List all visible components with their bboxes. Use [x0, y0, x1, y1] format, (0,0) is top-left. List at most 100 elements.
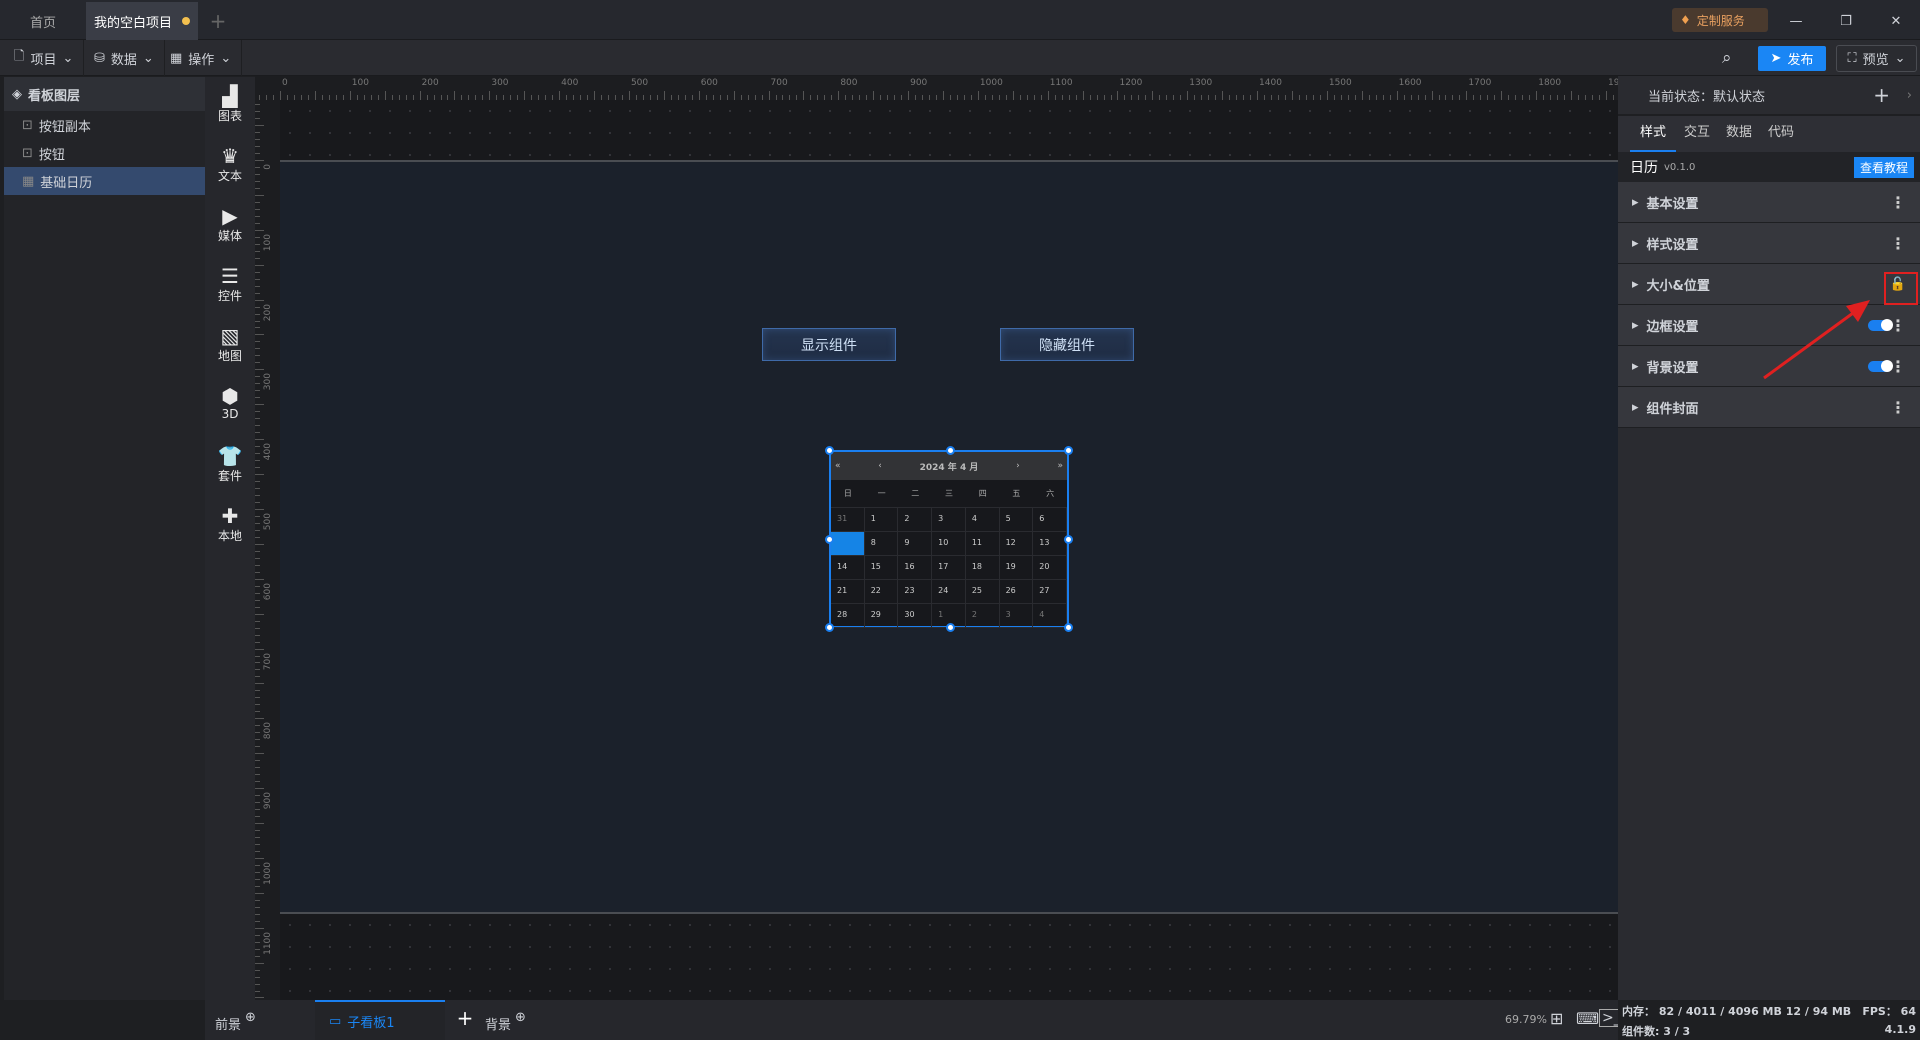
calendar-day[interactable]: 4 [1033, 604, 1067, 628]
fit-screen-icon[interactable]: ⊞ [1550, 1009, 1563, 1028]
calendar-day[interactable]: 31 [831, 508, 865, 532]
publish-button[interactable]: ➤ 发布 [1758, 46, 1826, 71]
calendar-day[interactable]: 8 [864, 532, 899, 556]
resize-handle[interactable] [946, 446, 955, 455]
section-0[interactable]: ▸ 基本设置 ⋮ [1618, 182, 1920, 223]
tab-project[interactable]: 我的空白项目 [86, 2, 198, 40]
calendar-day[interactable]: 10 [932, 532, 966, 556]
menu-ops[interactable]: ▦ 操作 ⌄ [160, 40, 243, 76]
calendar-day[interactable]: 15 [864, 556, 899, 580]
calendar-day[interactable]: 21 [831, 580, 865, 604]
calendar-day[interactable]: 11 [965, 532, 1000, 556]
calendar-day[interactable]: 27 [1033, 580, 1067, 604]
calendar-day[interactable]: 12 [999, 532, 1034, 556]
calendar-day[interactable]: 2 [898, 508, 933, 532]
calendar-day[interactable]: 3 [999, 604, 1034, 628]
section-5[interactable]: ▸ 组件封面 ⋮ [1618, 387, 1920, 428]
calendar-day[interactable]: 2 [965, 604, 1000, 628]
resize-handle[interactable] [946, 623, 955, 632]
calendar-day[interactable]: 5 [999, 508, 1034, 532]
add-circle-icon[interactable]: ⊕ [245, 1010, 256, 1033]
dashboard-board[interactable]: 显示组件 隐藏组件 «‹ 2024 年 4 月 ›» 日一二三四五六 31 1 2 3… [280, 160, 1618, 914]
layer-item-calendar[interactable]: ▦ 基础日历 [4, 167, 205, 195]
background-tab[interactable]: 背景 ⊕ [485, 1010, 526, 1033]
component-category-0[interactable]: ▟ 图表 [205, 85, 255, 124]
resize-handle[interactable] [1064, 535, 1073, 544]
property-tab-2[interactable]: 数据 [1718, 116, 1760, 152]
calendar-day[interactable]: 23 [898, 580, 933, 604]
calendar-widget[interactable]: «‹ 2024 年 4 月 ›» 日一二三四五六 31 1 2 3 4 5 6 8 9 10 11 1… [825, 446, 1073, 632]
chevron-right-icon[interactable]: › [1907, 88, 1912, 103]
keyboard-icon[interactable]: ⌨ [1576, 1009, 1599, 1028]
next-month-icon[interactable]: › [1016, 461, 1020, 471]
new-tab-button[interactable]: + [200, 2, 236, 40]
menu-data[interactable]: ⛁ 数据 ⌄ [84, 40, 165, 76]
component-category-3[interactable]: ☰ 控件 [205, 265, 255, 304]
calendar-day[interactable]: 19 [999, 556, 1034, 580]
calendar-day[interactable]: 22 [864, 580, 899, 604]
component-category-4[interactable]: ▧ 地图 [205, 325, 255, 364]
sub-board-tab[interactable]: ▭ 子看板1 [315, 1000, 445, 1040]
close-button[interactable]: ✕ [1876, 2, 1916, 40]
add-circle-icon[interactable]: ⊕ [515, 1010, 526, 1033]
component-category-5[interactable]: ⬢ 3D [205, 385, 255, 421]
property-tab-3[interactable]: 代码 [1760, 116, 1802, 152]
calendar-day[interactable]: 20 [1033, 556, 1067, 580]
more-vertical-icon[interactable]: ⋮ [1890, 398, 1906, 417]
calendar-day[interactable]: 13 [1033, 532, 1067, 556]
calendar-day[interactable]: 18 [965, 556, 1000, 580]
calendar-day[interactable]: 29 [864, 604, 899, 628]
next-year-icon[interactable]: » [1057, 461, 1063, 471]
calendar-day[interactable]: 1 [864, 508, 899, 532]
foreground-tab[interactable]: 前景 ⊕ [215, 1010, 256, 1033]
calendar-day[interactable]: 14 [831, 556, 865, 580]
zoom-level[interactable]: 69.79% [1505, 1013, 1547, 1026]
calendar-day[interactable]: 4 [965, 508, 1000, 532]
resize-handle[interactable] [1064, 623, 1073, 632]
calendar-day[interactable]: 3 [932, 508, 966, 532]
add-board-button[interactable]: + [450, 1006, 480, 1030]
component-category-2[interactable]: ▶ 媒体 [205, 205, 255, 244]
more-vertical-icon[interactable]: ⋮ [1890, 193, 1906, 212]
calendar-day[interactable] [831, 532, 865, 556]
calendar-day[interactable]: 24 [932, 580, 966, 604]
minimize-button[interactable]: — [1776, 2, 1816, 40]
ruler-tick [255, 222, 260, 224]
calendar-day[interactable]: 26 [999, 580, 1034, 604]
menu-project[interactable]: 🗋 项目 ⌄ [4, 40, 85, 76]
search-icon[interactable]: ⌕ [1722, 48, 1732, 68]
horizontal-ruler[interactable]: 0 100 200 300 400 500 600 700 800 900 1000 1100 1200… [255, 76, 1631, 100]
preview-button[interactable]: ⛶ 预览 ⌄ [1836, 45, 1917, 72]
resize-handle[interactable] [825, 446, 834, 455]
more-vertical-icon[interactable]: ⋮ [1890, 234, 1906, 253]
component-category-6[interactable]: 👕 套件 [205, 445, 255, 484]
resize-handle[interactable] [825, 623, 834, 632]
prev-month-icon[interactable]: ‹ [878, 461, 882, 471]
prev-year-icon[interactable]: « [835, 461, 841, 471]
calendar-day[interactable]: 9 [898, 532, 933, 556]
custom-service-button[interactable]: ♦ 定制服务 [1672, 8, 1768, 32]
layer-item-button[interactable]: ⊡ 按钮 [4, 139, 205, 167]
calendar-day[interactable]: 28 [831, 604, 865, 628]
section-1[interactable]: ▸ 样式设置 ⋮ [1618, 223, 1920, 264]
calendar-day[interactable]: 6 [1033, 508, 1067, 532]
component-category-7[interactable]: ✚ 本地 [205, 505, 255, 544]
calendar-day[interactable]: 16 [898, 556, 933, 580]
add-state-icon[interactable]: + [1873, 83, 1890, 107]
layer-item-button-copy[interactable]: ⊡ 按钮副本 [4, 111, 205, 139]
property-tab-0[interactable]: 样式 [1630, 116, 1677, 152]
property-tab-1[interactable]: 交互 [1676, 116, 1718, 152]
component-category-1[interactable]: ♛ 文本 [205, 145, 255, 184]
canvas[interactable]: 显示组件 隐藏组件 «‹ 2024 年 4 月 ›» 日一二三四五六 31 1 2 3… [280, 100, 1618, 1000]
vertical-ruler[interactable]: 0 100 200 300 400 500 600 700 800 900 1000 1100 [255, 100, 280, 1000]
calendar-day[interactable]: 30 [898, 604, 933, 628]
calendar-day[interactable]: 25 [965, 580, 1000, 604]
tutorial-button[interactable]: 查看教程 [1853, 156, 1914, 178]
restore-button[interactable]: ❐ [1826, 2, 1866, 40]
show-component-button[interactable]: 显示组件 [762, 328, 896, 361]
resize-handle[interactable] [825, 535, 834, 544]
tab-home[interactable]: 首页 [0, 2, 86, 40]
hide-component-button[interactable]: 隐藏组件 [1000, 328, 1134, 361]
resize-handle[interactable] [1064, 446, 1073, 455]
calendar-day[interactable]: 17 [932, 556, 966, 580]
